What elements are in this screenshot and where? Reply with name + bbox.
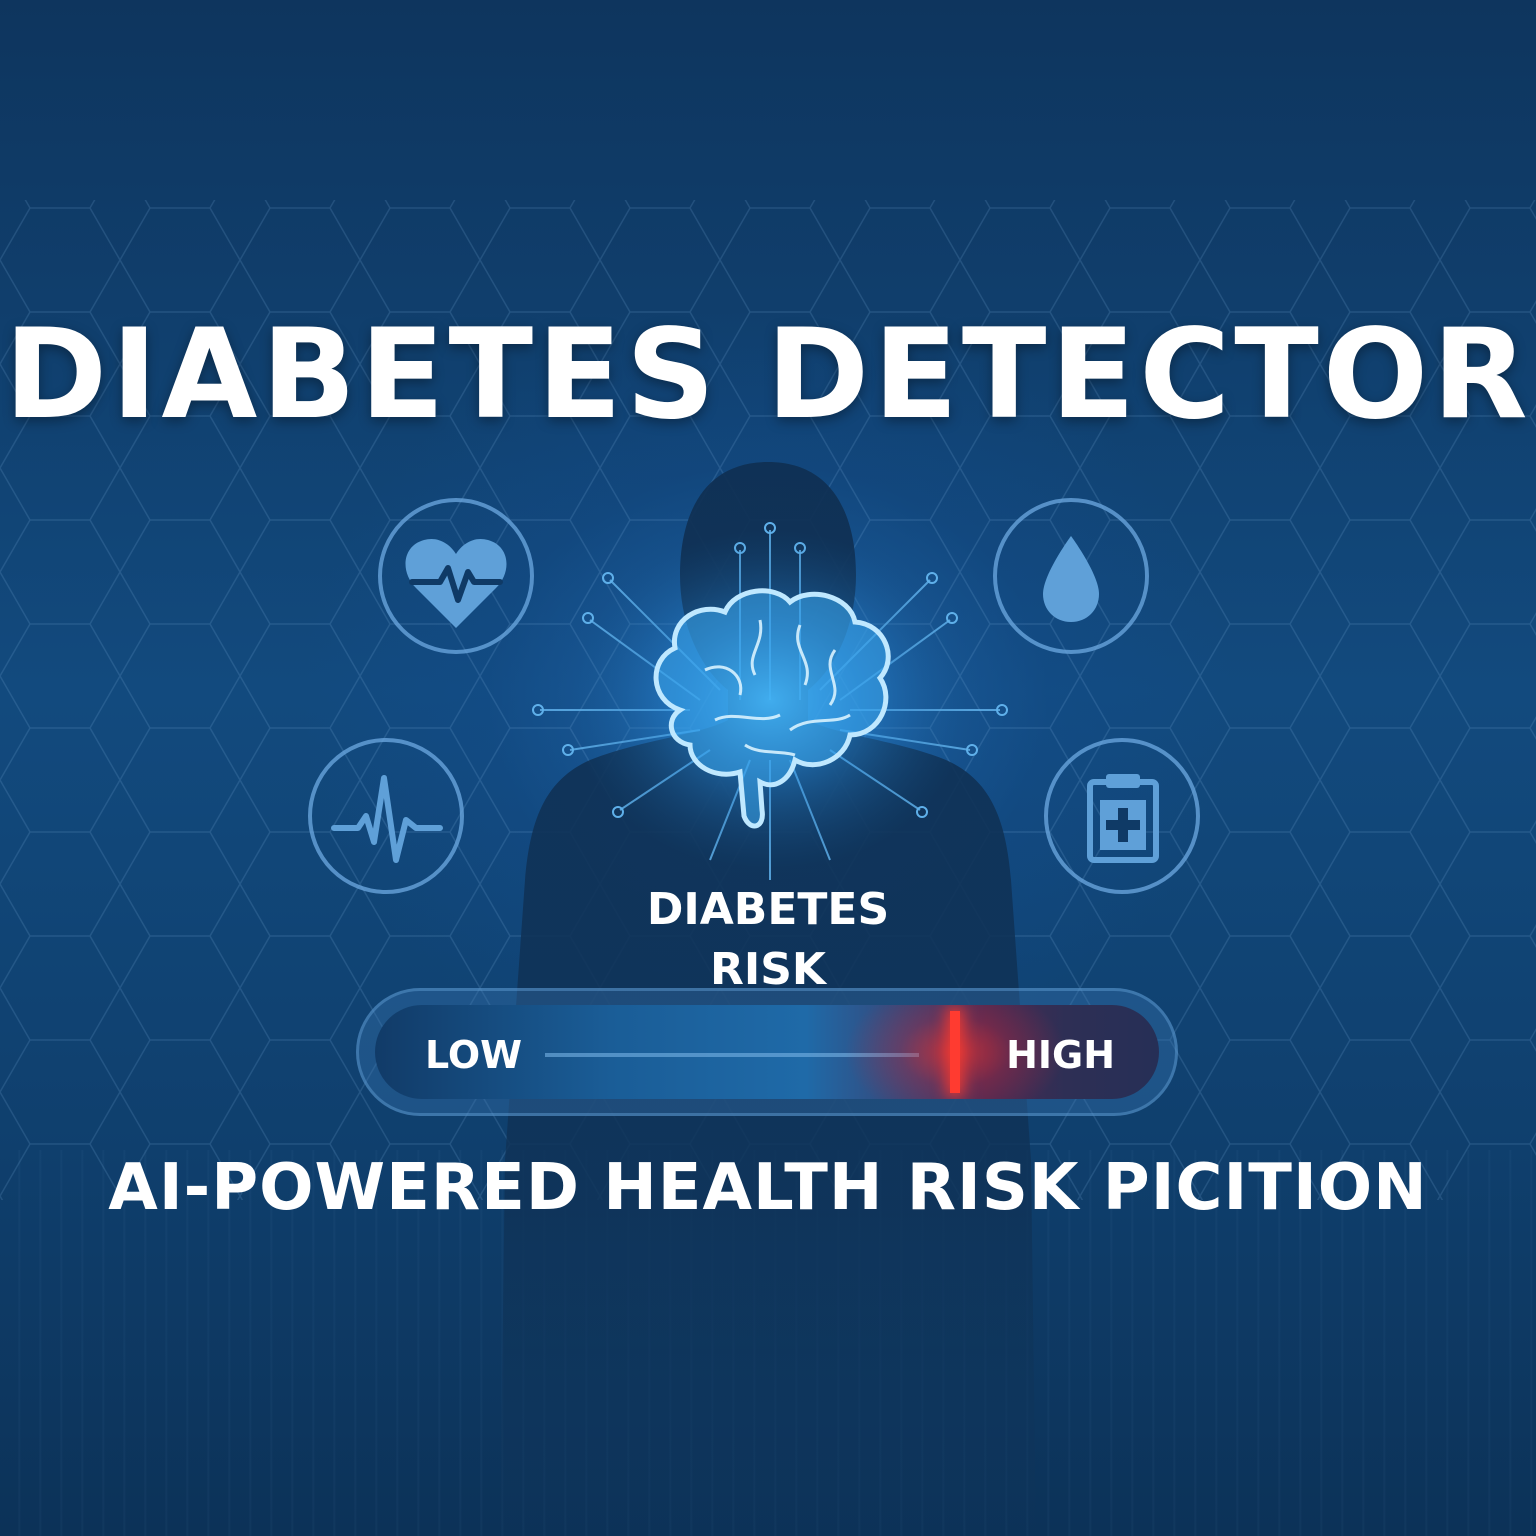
risk-gauge-track-bg: LOW HIGH (375, 1005, 1159, 1099)
risk-label-line1: DIABETES (646, 884, 890, 935)
risk-gauge-marker (950, 1011, 960, 1093)
risk-label: DIABETES RISK (568, 880, 968, 1000)
risk-low-label: LOW (425, 1033, 523, 1077)
pulse-icon (308, 738, 464, 894)
blood-drop-icon (993, 498, 1149, 654)
heart-rate-icon (378, 498, 534, 654)
ai-brain-graphic (530, 510, 1010, 890)
poster: DIABETES DETECTOR DIABETES RISK LOW HIGH… (0, 0, 1536, 1536)
page-subtitle: AI-POWERED HEALTH RISK PICITION (108, 1151, 1428, 1225)
medical-clipboard-icon (1044, 738, 1200, 894)
risk-gauge: LOW HIGH (356, 988, 1178, 1116)
risk-high-label: HIGH (1006, 1033, 1115, 1077)
page-title: DIABETES DETECTOR (4, 303, 1532, 447)
